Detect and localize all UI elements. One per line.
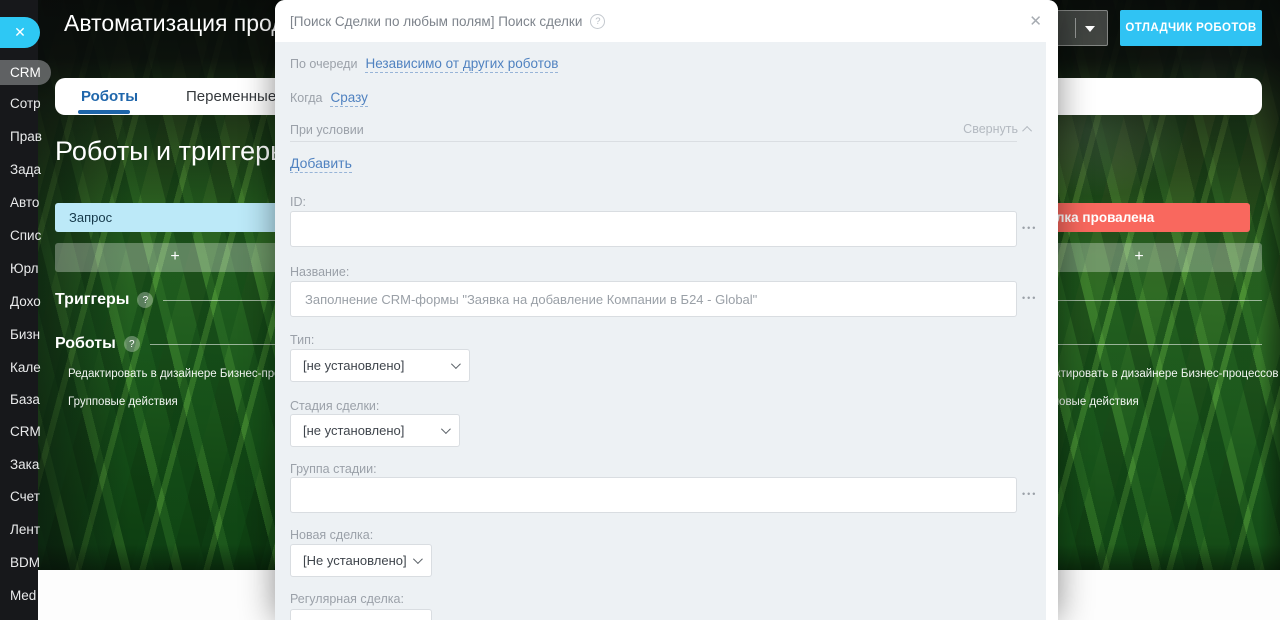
- sidebar-item[interactable]: CRM: [10, 424, 41, 439]
- sidebar-item[interactable]: BDM: [10, 555, 40, 570]
- new-deal-label: Новая сделка:: [290, 528, 373, 542]
- queue-row: По очереди Независимо от других роботов: [290, 56, 558, 73]
- chevron-up-icon: [1022, 125, 1032, 135]
- new-deal-select[interactable]: [Не установлено]: [290, 544, 432, 577]
- close-icon: ✕: [14, 24, 26, 41]
- menu-close-tag[interactable]: ✕: [0, 17, 40, 48]
- name-label: Название:: [290, 265, 349, 279]
- help-icon[interactable]: ?: [590, 14, 605, 29]
- stage-select[interactable]: [не установлено]: [290, 414, 460, 447]
- sidebar-item[interactable]: Счет: [10, 489, 40, 504]
- sidebar-item-crm[interactable]: CRM: [0, 60, 51, 85]
- sidebar-item[interactable]: Зада: [10, 162, 41, 177]
- type-select-value: [не установлено]: [303, 358, 404, 373]
- sidebar-item[interactable]: Дохо: [10, 294, 41, 309]
- stage-group-label: Группа стадии:: [290, 462, 377, 476]
- sidebar-item[interactable]: Прав: [10, 129, 42, 144]
- modal-scrollbar[interactable]: [1046, 42, 1058, 620]
- id-label: ID:: [290, 195, 306, 209]
- recurring-select[interactable]: [290, 609, 432, 620]
- status-button-query[interactable]: Запрос: [55, 203, 295, 232]
- page-title: Роботы и триггеры: [55, 136, 290, 167]
- collapse-label: Свернуть: [963, 122, 1018, 136]
- modal-titlebar: [Поиск Сделки по любым полям] Поиск сдел…: [275, 0, 1058, 42]
- active-tab-underline: [78, 110, 130, 114]
- sidebar-item[interactable]: Юрл: [10, 261, 39, 276]
- type-select[interactable]: [не установлено]: [290, 349, 470, 382]
- sidebar-item[interactable]: Зака: [10, 457, 39, 472]
- stage-group-input[interactable]: [290, 477, 1017, 513]
- dots-menu-icon[interactable]: •••: [1022, 223, 1037, 233]
- page-header-title: Автоматизация прод: [64, 10, 285, 37]
- when-value-link[interactable]: Сразу: [330, 90, 367, 107]
- tab-variables[interactable]: Переменные: [186, 88, 276, 105]
- chevron-down-icon: [1085, 26, 1095, 32]
- robot-debugger-button[interactable]: ОТЛАДЧИК РОБОТОВ: [1120, 10, 1262, 46]
- help-icon[interactable]: ?: [124, 336, 140, 352]
- sidebar-item[interactable]: Бизн: [10, 327, 40, 342]
- sidebar-item[interactable]: Med: [10, 588, 36, 603]
- sidebar-item[interactable]: Лент: [10, 522, 40, 537]
- id-input[interactable]: [290, 211, 1017, 247]
- when-label: Когда: [290, 91, 322, 105]
- group-actions-link[interactable]: Групповые действия: [68, 396, 178, 408]
- dots-menu-icon[interactable]: •••: [1022, 489, 1037, 499]
- queue-value-link[interactable]: Независимо от других роботов: [365, 56, 558, 73]
- add-condition-link[interactable]: Добавить: [290, 155, 352, 173]
- stage-select-value: [не установлено]: [303, 423, 404, 438]
- sidebar-item[interactable]: Сотр: [10, 96, 41, 111]
- tab-robots[interactable]: Роботы: [81, 88, 138, 105]
- divider: [290, 141, 1017, 142]
- button-divider: [1075, 18, 1076, 38]
- condition-label: При условии: [290, 123, 364, 137]
- sidebar-item[interactable]: Авто: [10, 195, 39, 210]
- when-row: Когда Сразу: [290, 90, 368, 107]
- modal-close-button[interactable]: ✕: [1029, 12, 1042, 30]
- type-label: Тип:: [290, 333, 314, 347]
- collapse-toggle[interactable]: Свернуть: [963, 122, 1032, 136]
- section-triggers-label: Триггеры: [55, 291, 129, 309]
- chevron-down-icon: [413, 554, 423, 564]
- modal-title: [Поиск Сделки по любым полям] Поиск сдел…: [290, 14, 582, 29]
- help-icon[interactable]: ?: [137, 292, 153, 308]
- stage-label: Стадия сделки:: [290, 399, 379, 413]
- queue-label: По очереди: [290, 57, 357, 71]
- sidebar-item[interactable]: Спис: [10, 228, 41, 243]
- chevron-down-icon: [441, 424, 451, 434]
- add-status-button[interactable]: +: [55, 243, 295, 272]
- sidebar-item[interactable]: База: [10, 392, 40, 407]
- sidebar-item[interactable]: Кале: [10, 360, 41, 375]
- section-robots-label: Роботы: [55, 335, 116, 353]
- recurring-label: Регулярная сделка:: [290, 592, 404, 606]
- designer-link[interactable]: Редактировать в дизайнере Бизнес-процесс…: [1029, 368, 1278, 380]
- robot-settings-modal: [Поиск Сделки по любым полям] Поиск сдел…: [275, 0, 1058, 620]
- dropdown-caret-button[interactable]: [1056, 10, 1108, 46]
- dots-menu-icon[interactable]: •••: [1022, 293, 1037, 303]
- new-deal-select-value: [Не установлено]: [303, 553, 407, 568]
- chevron-down-icon: [451, 359, 461, 369]
- name-input[interactable]: [290, 281, 1017, 317]
